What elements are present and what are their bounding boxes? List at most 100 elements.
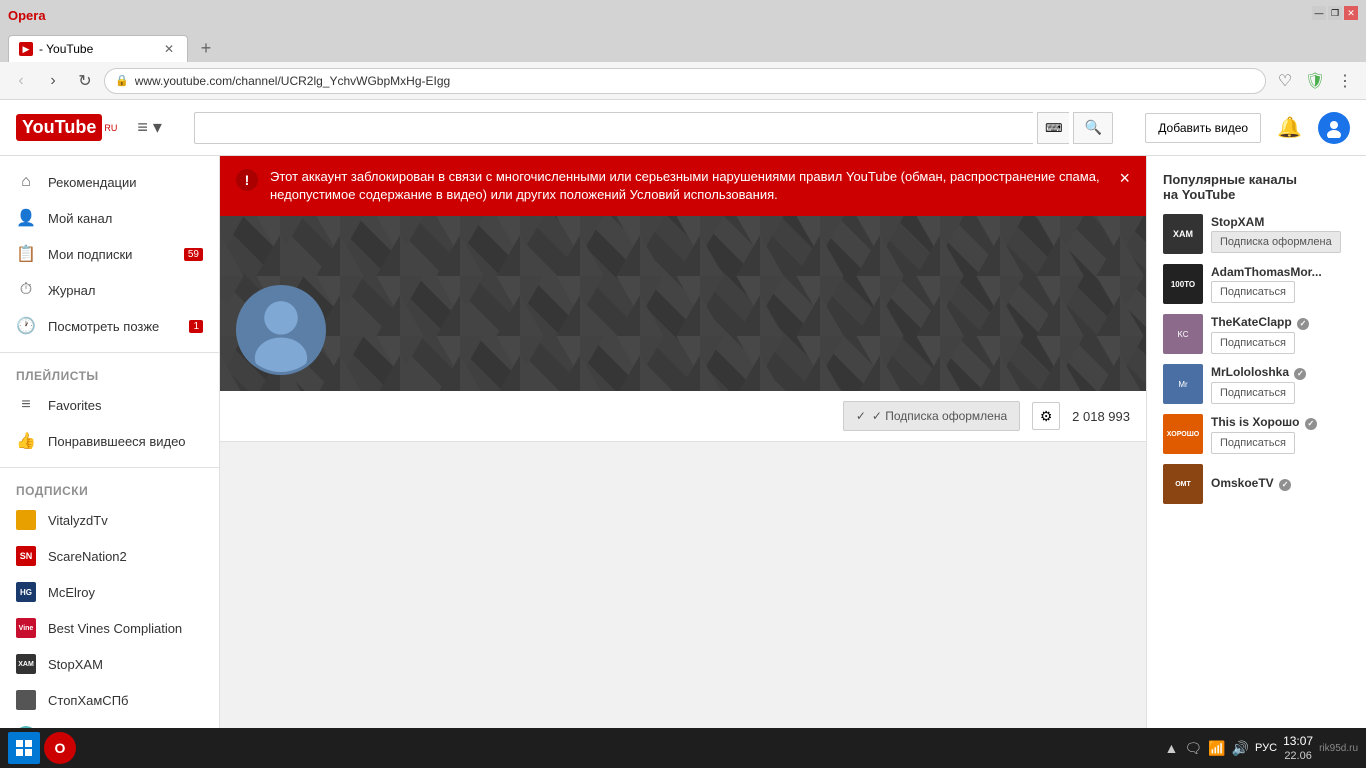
sidebar-item-liked-videos[interactable]: 👍 Понравившееся видео <box>0 423 219 459</box>
yt-logo-you: You <box>22 117 55 138</box>
home-icon: ⌂ <box>16 172 36 192</box>
sidebar-my-channel-label: Мой канал <box>48 211 112 226</box>
tab-favicon: ▶ <box>19 42 33 56</box>
popular-channel-stopxam: XAM StopXAM Подписка оформлена <box>1163 214 1350 254</box>
sidebar-item-my-channel[interactable]: 👤 Мой канал <box>0 200 219 236</box>
nav-bar: ‹ › ↻ 🔒 www.youtube.com/channel/UCR2lg_Y… <box>0 62 1366 100</box>
yt-search-container: ⌨ 🔍 <box>194 112 1113 144</box>
kateclapp-sub-label: Подписаться <box>1220 337 1286 349</box>
watch-later-badge: 1 <box>189 320 203 333</box>
subscriber-count: 2 018 993 <box>1072 409 1130 424</box>
popular-channel-horosho: ХОРОШО This is Хорошо ✓ Подписаться <box>1163 414 1350 454</box>
search-icon: 🔍 <box>1085 119 1102 136</box>
network-tray-icon: 📶 <box>1208 740 1225 757</box>
channel-sub-bar: ✓ ✓ Подписка оформлена ⚙ 2 018 993 <box>220 391 1146 442</box>
stopxam-subscribe-button[interactable]: Подписка оформлена <box>1211 231 1341 253</box>
sidebar-item-best-vines[interactable]: Vine Best Vines Compliation <box>0 610 219 646</box>
forward-button[interactable]: › <box>40 68 66 94</box>
taskbar: O ▲ 🗨 📶 🔊 РУС 13:07 22.06 rik95d.ru <box>0 728 1366 768</box>
kateclapp-subscribe-button[interactable]: Подписаться <box>1211 332 1295 354</box>
sidebar-item-watch-later[interactable]: 🕐 Посмотреть позже 1 <box>0 308 219 344</box>
settings-icon: ⚙ <box>1040 408 1053 425</box>
clock-area: 13:07 22.06 <box>1283 734 1313 762</box>
channel-header <box>220 216 1146 391</box>
kateclapp-verified-icon: ✓ <box>1297 318 1309 330</box>
watch-later-icon: 🕐 <box>16 316 36 336</box>
taskbar-opera-button[interactable]: O <box>44 732 76 764</box>
stopxam-label: StopXAM <box>48 657 103 672</box>
sidebar-item-bestvine[interactable]: BestVine <box>0 718 219 728</box>
sidebar-item-stopxam[interactable]: XAM StopXAM <box>0 646 219 682</box>
horosho-popular-info: This is Хорошо ✓ Подписаться <box>1211 415 1350 454</box>
subscriptions-icon: 📋 <box>16 244 36 264</box>
channel-avatar <box>236 285 326 375</box>
best-vines-thumb: Vine <box>16 618 36 638</box>
subscription-settings-button[interactable]: ⚙ <box>1032 402 1060 430</box>
active-tab[interactable]: ▶ - YouTube ✕ <box>8 35 188 62</box>
yt-menu-button[interactable]: ≡ ▾ <box>137 117 162 138</box>
sidebar-item-stopxamspb[interactable]: СтопХамСПб <box>0 682 219 718</box>
stopxam-sub-label: Подписка оформлена <box>1220 236 1332 248</box>
keyboard-button[interactable]: ⌨ <box>1037 112 1069 144</box>
sidebar-item-favorites[interactable]: ≡ Favorites <box>0 387 219 423</box>
browser-menu-button[interactable]: ⋮ <box>1332 68 1358 94</box>
sidebar-item-scarenation2[interactable]: SN ScareNation2 <box>0 538 219 574</box>
refresh-button[interactable]: ↻ <box>72 68 98 94</box>
subscribed-button[interactable]: ✓ ✓ Подписка оформлена <box>843 401 1020 431</box>
kateclapp-popular-name: TheKateClapp ✓ <box>1211 315 1350 330</box>
yt-header: You Tube RU ≡ ▾ ⌨ 🔍 Добавить видео 🔔 <box>0 100 1366 156</box>
date-display: 22.06 <box>1284 750 1312 762</box>
address-bar[interactable]: 🔒 www.youtube.com/channel/UCR2lg_YchvWGb… <box>104 68 1266 94</box>
window-controls[interactable]: — ❐ ✕ <box>1312 6 1358 20</box>
yt-logo-tube: Tube <box>55 117 97 138</box>
shield-icon[interactable]: 🛡 <box>1302 68 1328 94</box>
best-vines-label: Best Vines Compliation <box>48 621 182 636</box>
scarenation2-label: ScareNation2 <box>48 549 127 564</box>
sidebar-item-history[interactable]: ⏱ Журнал <box>0 272 219 308</box>
search-input[interactable] <box>194 112 1033 144</box>
stopxam-popular-info: StopXAM Подписка оформлена <box>1211 215 1350 253</box>
lololoshka-popular-name: MrLololoshka ✓ <box>1211 365 1350 380</box>
yt-logo: You Tube RU <box>16 114 117 141</box>
search-button[interactable]: 🔍 <box>1073 112 1113 144</box>
windows-icon <box>16 740 32 756</box>
alert-close-button[interactable]: × <box>1119 168 1130 189</box>
new-tab-button[interactable]: + <box>192 35 220 62</box>
sidebar-item-home[interactable]: ⌂ Рекомендации <box>0 164 219 200</box>
clock-display: 13:07 <box>1283 734 1313 750</box>
lololoshka-subscribe-button[interactable]: Подписаться <box>1211 382 1295 404</box>
tab-close-button[interactable]: ✕ <box>161 41 177 57</box>
keyboard-icon: ⌨ <box>1045 121 1062 135</box>
maximize-button[interactable]: ❐ <box>1328 6 1342 20</box>
nav-icons: ♡ 🛡 ⋮ <box>1272 68 1358 94</box>
sidebar-item-subscriptions[interactable]: 📋 Мои подписки 59 <box>0 236 219 272</box>
user-avatar-button[interactable] <box>1318 112 1350 144</box>
lololoshka-sub-label: Подписаться <box>1220 387 1286 399</box>
sidebar-item-mcelroy[interactable]: HG McElroy <box>0 574 219 610</box>
sidebar-divider-2 <box>0 467 219 468</box>
omskoetv-popular-info: OmskoeTV ✓ <box>1211 476 1350 493</box>
channel-bg-pattern <box>220 216 1146 391</box>
adam-subscribe-button[interactable]: Подписаться <box>1211 281 1295 303</box>
close-button[interactable]: ✕ <box>1344 6 1358 20</box>
back-button[interactable]: ‹ <box>8 68 34 94</box>
yt-main: ⌂ Рекомендации 👤 Мой канал 📋 Мои подписк… <box>0 156 1366 728</box>
horosho-popular-thumb: ХОРОШО <box>1163 414 1203 454</box>
stopxam-thumb: XAM <box>16 654 36 674</box>
bookmark-icon[interactable]: ♡ <box>1272 68 1298 94</box>
notification-bell-button[interactable]: 🔔 <box>1277 115 1302 140</box>
youtube-app: You Tube RU ≡ ▾ ⌨ 🔍 Добавить видео 🔔 <box>0 100 1366 728</box>
yt-logo-ru: RU <box>104 123 117 133</box>
start-button[interactable] <box>8 732 40 764</box>
horosho-name-text: This is Хорошо <box>1211 415 1300 429</box>
alert-banner: ! Этот аккаунт заблокирован в связи с мн… <box>220 156 1146 216</box>
add-video-button[interactable]: Добавить видео <box>1145 113 1261 143</box>
subscribed-label: ✓ Подписка оформлена <box>872 409 1007 423</box>
horosho-subscribe-button[interactable]: Подписаться <box>1211 432 1295 454</box>
liked-videos-icon: 👍 <box>16 431 36 451</box>
check-icon: ✓ <box>856 409 866 423</box>
sidebar-item-vitalyzdtv[interactable]: VitalyzdTv <box>0 502 219 538</box>
adam-popular-name: AdamThomasMor... <box>1211 265 1350 279</box>
minimize-button[interactable]: — <box>1312 6 1326 20</box>
adam-sub-label: Подписаться <box>1220 286 1286 298</box>
